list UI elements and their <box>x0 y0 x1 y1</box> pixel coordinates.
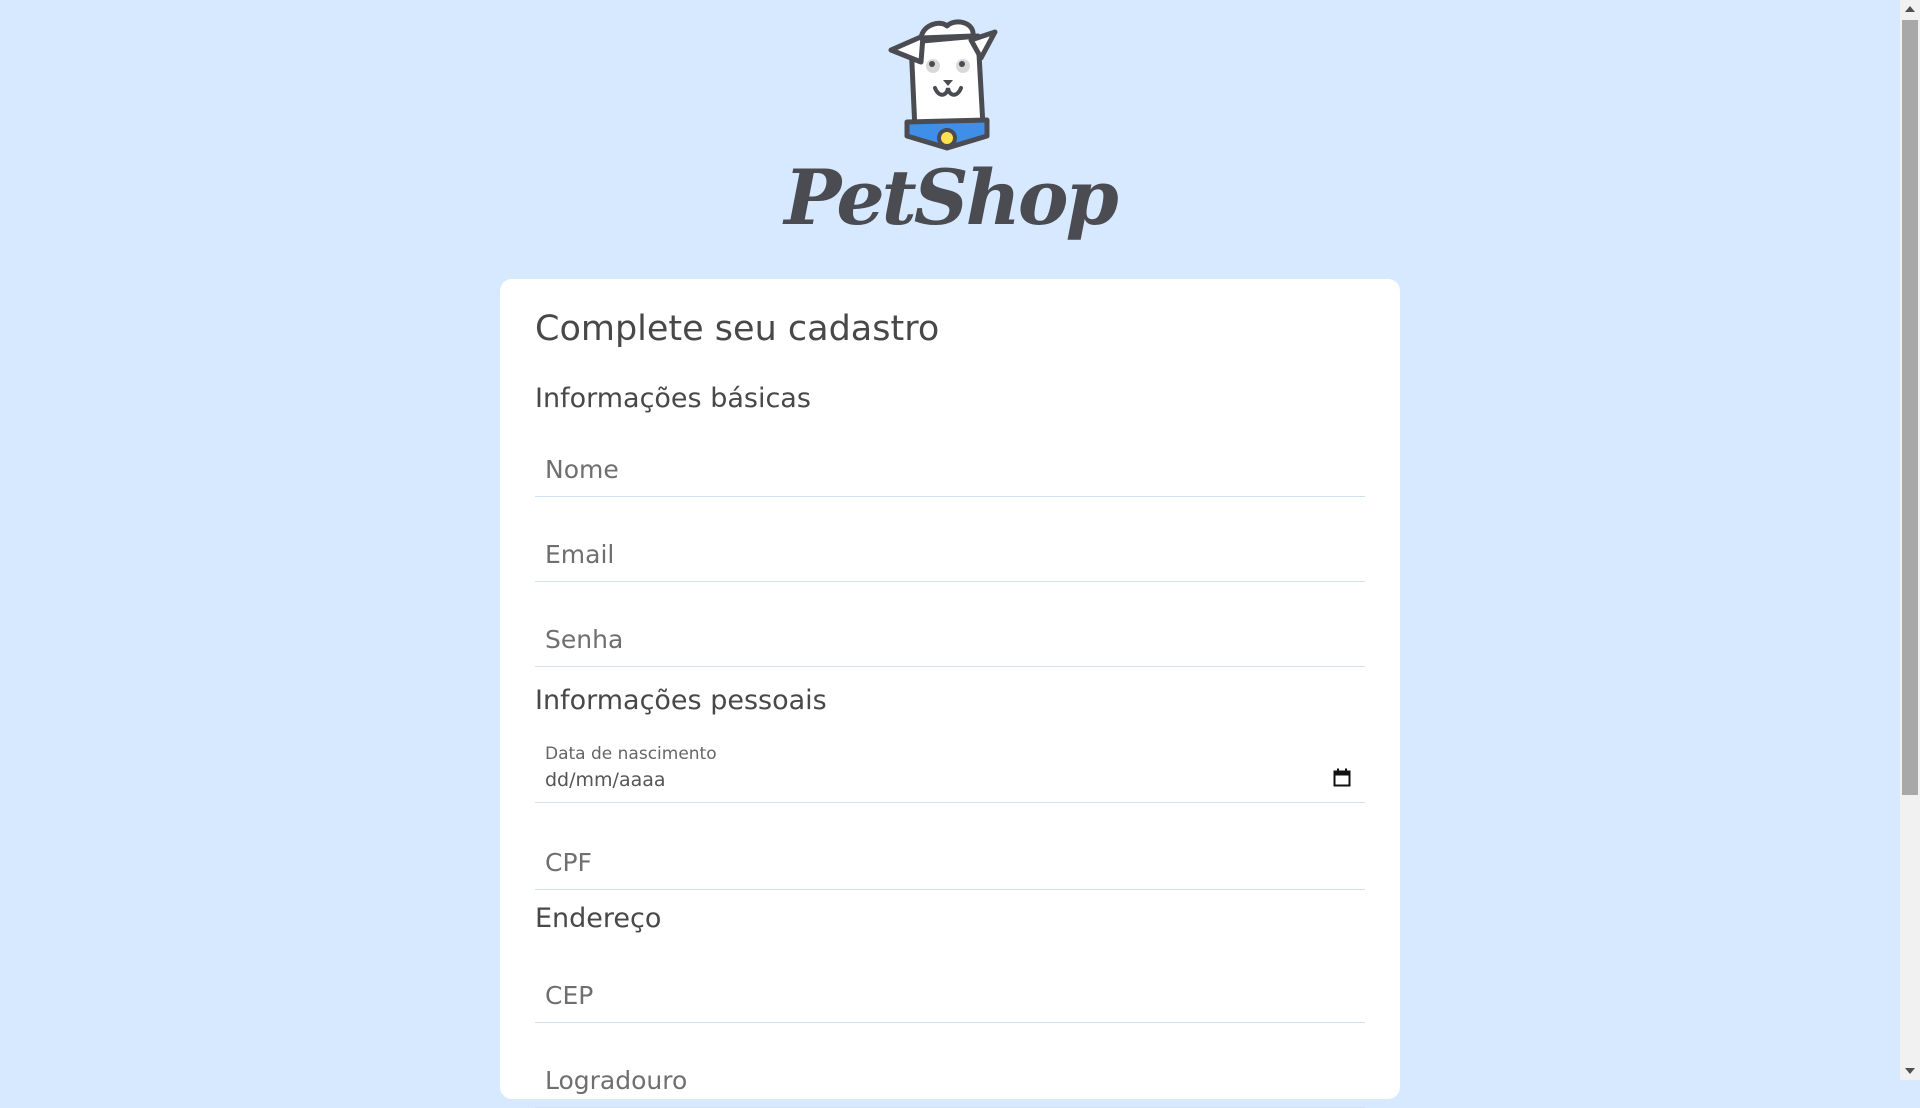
logo: PetShop <box>0 14 1900 269</box>
form-title: Complete seu cadastro <box>535 309 940 349</box>
birthdate-label: Data de nascimento <box>545 744 717 764</box>
email-field <box>535 526 1365 582</box>
senha-input[interactable] <box>545 619 1345 659</box>
section-basic-info: Informações básicas <box>535 383 811 414</box>
birthdate-input[interactable]: dd/mm/aaaa <box>545 769 666 791</box>
dog-logo-icon <box>888 19 998 151</box>
logradouro-field <box>535 1052 1365 1108</box>
signup-form-card: Complete seu cadastro Informações básica… <box>500 279 1400 1108</box>
cep-input[interactable] <box>545 975 1345 1015</box>
scroll-up-icon[interactable] <box>1905 6 1915 12</box>
calendar-icon[interactable] <box>1333 768 1351 787</box>
page: PetShop Complete seu cadastro Informaçõe… <box>0 0 1900 1108</box>
cep-field <box>535 967 1365 1023</box>
birthdate-field[interactable]: Data de nascimento dd/mm/aaaa <box>535 732 1365 803</box>
nome-field <box>535 441 1365 497</box>
scrollbar-thumb[interactable] <box>1902 20 1918 795</box>
email-input[interactable] <box>545 534 1345 574</box>
logradouro-input[interactable] <box>545 1060 1345 1100</box>
section-personal-info: Informações pessoais <box>535 685 827 716</box>
nome-input[interactable] <box>545 449 1345 489</box>
section-address: Endereço <box>535 903 662 934</box>
vertical-scrollbar[interactable] <box>1900 0 1920 1080</box>
senha-field <box>535 611 1365 667</box>
cpf-input[interactable] <box>545 842 1345 882</box>
cpf-field <box>535 834 1365 890</box>
scroll-down-icon[interactable] <box>1905 1068 1915 1074</box>
brand-name: PetShop <box>784 153 1119 242</box>
